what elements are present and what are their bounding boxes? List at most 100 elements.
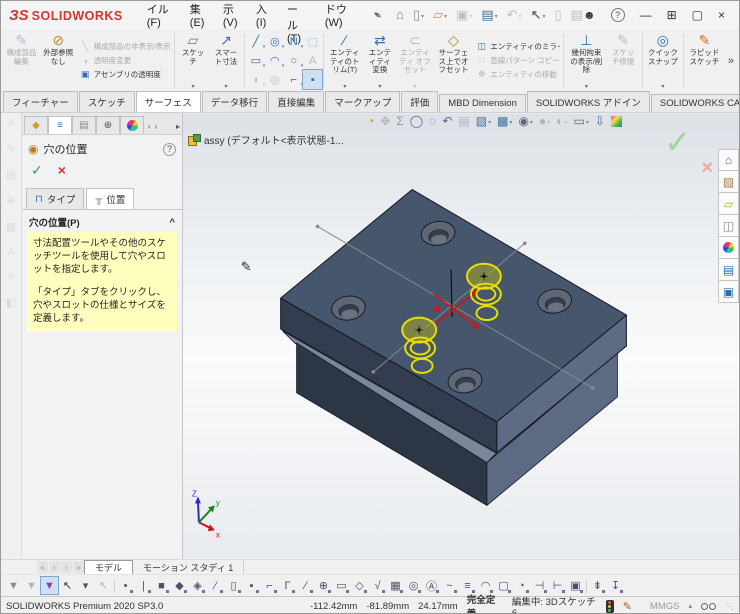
help-icon[interactable]: ? (611, 8, 625, 22)
mate-icon[interactable]: ✥ (380, 114, 390, 128)
snap-edge-icon[interactable]: ∕ (207, 577, 224, 594)
resources-tab-icon[interactable]: ▨ (718, 171, 739, 193)
pin-icon[interactable]: ✒ (370, 7, 385, 23)
configuration-tab-icon[interactable]: ▤ (72, 116, 96, 134)
previous-view-icon[interactable]: ↶ (442, 114, 452, 128)
hide-show-items-icon[interactable]: ◉ ▾ (518, 114, 533, 128)
cm-tab[interactable]: サーフェス (136, 91, 201, 112)
tab-position[interactable]: ╥ 位置 (86, 188, 134, 209)
new-document-icon[interactable]: ▯ ▾ (413, 8, 424, 22)
mass-properties-icon[interactable]: Σ (396, 114, 403, 128)
snap-plane-icon[interactable]: ▯ (225, 577, 242, 594)
convert-entities-button[interactable]: ⇄ エンティティ変換 ▾ (363, 30, 396, 91)
zoom-fit-icon[interactable]: ◯ (410, 114, 423, 128)
toggle-icon[interactable]: ▯ (554, 8, 561, 22)
color-swatch-icon[interactable] (611, 116, 622, 127)
arc-tool-icon[interactable]: ◠ ▾ (265, 51, 284, 70)
snap-arc-icon[interactable]: ◠ (477, 577, 494, 594)
unit-system-text[interactable]: MMGS (650, 601, 680, 612)
feature-tree-flyout[interactable]: assy (デフォルト<表示状態-1... (188, 132, 344, 147)
snap-point-icon[interactable]: • (117, 577, 134, 594)
snap-solid-icon[interactable]: ◆ (171, 577, 188, 594)
snap-grid-icon[interactable]: ▦ (387, 577, 404, 594)
tab-type[interactable]: ⊓ タイプ (26, 188, 84, 209)
cm-tab[interactable]: 直接編集 (268, 91, 324, 112)
snap-quadrant-icon[interactable]: ◔ (513, 577, 530, 594)
move-entities-button[interactable]: ✥ エンティティの移動 ▾ (476, 69, 560, 80)
rectangle-tool-icon[interactable]: ▭ ▾ (246, 51, 265, 70)
spline-tool-icon[interactable]: Ν ▾ (284, 32, 303, 51)
sketch-button[interactable]: ▱ スケッチ ▾ (176, 30, 209, 91)
cm-tab[interactable]: SOLIDWORKS アドイン (527, 91, 650, 112)
snap-origin-icon[interactable]: ⊕ (315, 577, 332, 594)
snap-corner-icon[interactable]: ⌐ (261, 577, 278, 594)
ok-button[interactable]: ✓ (31, 162, 43, 179)
snap-region-icon[interactable]: ▢ (495, 577, 512, 594)
filter-toolbar-icon[interactable] (585, 577, 588, 594)
lasso-icon[interactable]: ↖ (95, 577, 112, 594)
close-button[interactable]: × (718, 8, 725, 22)
dimxpert-tab-icon[interactable]: ⊕ (96, 116, 120, 134)
snap-face-icon[interactable]: ■ (153, 577, 170, 594)
filter-icon[interactable]: ▼ (5, 577, 22, 594)
filter-toolbar-icon[interactable] (113, 577, 116, 594)
apply-scene-icon[interactable]: ◐ ▾ (556, 114, 567, 128)
display-constraints-button[interactable]: ⊥ 幾何拘束の表示/削除 ▾ (566, 30, 607, 91)
tab-scroll-right-icon[interactable]: › (155, 122, 158, 131)
snap-vertex-icon[interactable]: ▪ (243, 577, 260, 594)
plane-tool-icon[interactable]: ▢ (303, 32, 322, 51)
save-icon[interactable]: ▣ ▾ (456, 8, 472, 22)
file-explorer-tab-icon[interactable]: ◫ (718, 215, 739, 237)
forum-tab-icon[interactable]: ▣ (718, 281, 739, 303)
edit-appearance-icon[interactable]: ● ▾ (539, 114, 550, 128)
view-settings-icon[interactable]: ▭ ▾ (573, 114, 588, 128)
snap-view-icon[interactable]: ▣ (567, 577, 584, 594)
panel-expand-icon[interactable]: ▸ (176, 122, 180, 134)
linear-pattern-button[interactable]: ∷ 直線パターン コピー (476, 55, 560, 66)
snap-curve-icon[interactable]: ~ (441, 577, 458, 594)
snap-sketch-icon[interactable]: ▭ (333, 577, 350, 594)
mirror-entities-button[interactable]: ◫ エンティティのミラー ▾ (476, 41, 560, 52)
snap-circle-icon[interactable]: ◎ (405, 577, 422, 594)
web-tab-icon[interactable]: ● (718, 237, 739, 259)
collapse-icon[interactable]: ^ (169, 217, 175, 228)
trim-entities-button[interactable]: ∕ エンティティのトリム(T) ▾ (326, 30, 363, 91)
cm-tab[interactable]: フィーチャー (3, 91, 78, 112)
edit-component-button[interactable]: ✎ 構成部品編集 (3, 30, 40, 91)
select-arrow-icon[interactable]: ↖ ▾ (531, 8, 546, 22)
resize-grip[interactable]: ⋱ (725, 601, 734, 612)
open-icon[interactable]: ▱ ▾ (433, 8, 447, 22)
snap-near-icon[interactable]: ⊣ (531, 577, 548, 594)
confirm-cancel-button[interactable]: × (701, 157, 713, 180)
no-external-ref-button[interactable]: ⊘ 外部参照なし (40, 30, 77, 91)
filter-graphics-icon[interactable]: ▼ (41, 577, 58, 594)
document-tab[interactable]: モデル (84, 560, 133, 574)
confirm-ok-button[interactable]: ✓ (664, 123, 691, 161)
point-tool-icon[interactable]: ◎ (265, 70, 284, 89)
custom-properties-tab-icon[interactable]: ▤ (718, 259, 739, 281)
home-icon[interactable]: ⌂ (396, 8, 404, 22)
help-icon[interactable]: ? (163, 143, 176, 156)
home-tab-icon[interactable]: ⌂ (718, 149, 739, 171)
zoom-area-icon[interactable]: ◌ (429, 114, 436, 128)
toolbar-overflow-button[interactable]: » (724, 55, 738, 67)
group-box-header[interactable]: 穴の位置(P) ^ (22, 210, 182, 232)
document-tab[interactable]: モーション スタディ 1 (133, 560, 244, 574)
propertymanager-tab-icon[interactable]: ≡ (48, 116, 72, 134)
cancel-button[interactable]: × (58, 162, 66, 179)
tile-button[interactable]: ⊞ (667, 8, 677, 22)
circle-tool-icon[interactable]: ◎ ▾ (265, 32, 284, 51)
cm-tab[interactable]: データ移行 (202, 91, 268, 112)
tab-nav-icon[interactable]: › (61, 561, 72, 573)
smart-dimension-button[interactable]: ↗ スマート寸法 ▾ (209, 30, 242, 91)
cm-tab[interactable]: 評価 (401, 91, 438, 112)
rapid-sketch-button[interactable]: ✎ ラピッドスケッチ (686, 30, 723, 91)
maximize-button[interactable]: ▢ (692, 8, 703, 22)
offset-on-surface-button[interactable]: ◇ サーフェス上でオフセット (434, 30, 474, 91)
snap-block-icon[interactable]: ◈ (189, 577, 206, 594)
cm-tab[interactable]: MBD Dimension (439, 94, 526, 112)
assembly-transparency-button[interactable]: ▣ アセンブリの透明度 (80, 69, 171, 80)
repair-sketch-button[interactable]: ✎ スケッチ修復 (607, 30, 640, 91)
offset-entities-button[interactable]: ⊂ エンティティ オフセット ▾ (396, 30, 433, 91)
unit-system-arrow-icon[interactable]: ▴ (688, 602, 692, 610)
